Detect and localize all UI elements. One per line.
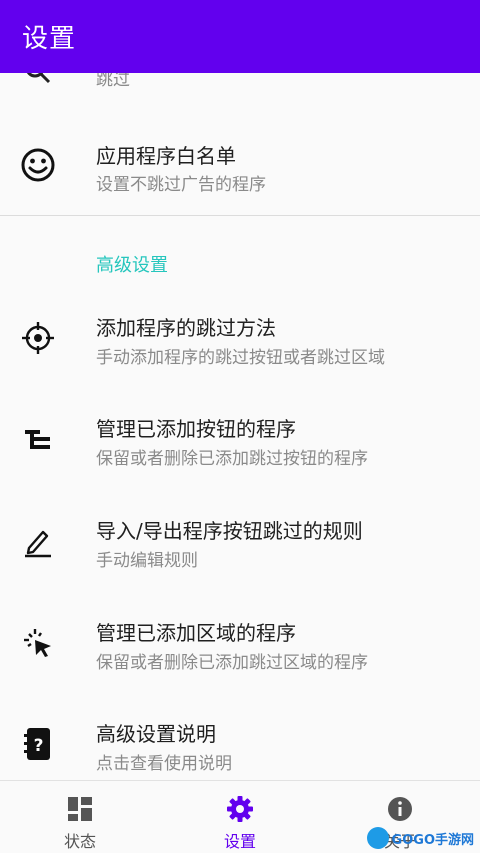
settings-list[interactable]: 跳过 应用程序白名单 设置不跳过广告的程序 高级设置 添加程序的跳过方法 手动添… (0, 73, 480, 780)
section-header-advanced: 高级设置 (96, 255, 168, 276)
dashboard-icon (66, 795, 94, 823)
crosshair-icon (18, 318, 58, 358)
list-item-help[interactable]: ? 高级设置说明 点击查看使用说明 (0, 694, 480, 780)
tree-list-icon (18, 419, 58, 459)
manage-regions-sub: 保留或者删除已添加跳过区域的程序 (96, 653, 368, 673)
search-icon (18, 73, 58, 91)
import-export-title: 导入/导出程序按钮跳过的规则 (96, 519, 363, 543)
svg-text:?: ? (34, 736, 44, 756)
list-item-whitelist[interactable]: 应用程序白名单 设置不跳过广告的程序 (0, 115, 480, 215)
page-title: 设置 (22, 24, 77, 54)
help-book-icon: ? (18, 724, 58, 764)
list-item-manage-regions[interactable]: 管理已添加区域的程序 保留或者删除已添加跳过区域的程序 (0, 593, 480, 693)
list-item-add-method[interactable]: 添加程序的跳过方法 手动添加程序的跳过按钮或者跳过区域 (0, 288, 480, 388)
smiley-icon (18, 145, 58, 185)
whitelist-title: 应用程序白名单 (96, 144, 236, 168)
nav-label-settings: 设置 (223, 832, 256, 851)
add-method-title: 添加程序的跳过方法 (96, 316, 276, 340)
whitelist-sub: 设置不跳过广告的程序 (96, 175, 266, 195)
manage-regions-title: 管理已添加区域的程序 (96, 621, 296, 645)
manage-buttons-sub: 保留或者删除已添加跳过按钮的程序 (96, 449, 368, 469)
nav-item-settings[interactable]: 设置 (160, 781, 320, 853)
section-divider (0, 215, 480, 216)
bottom-navigation: 状态 设置 关于 GOGO手游网 (0, 780, 480, 853)
gear-icon (226, 795, 254, 823)
manage-buttons-title: 管理已添加按钮的程序 (96, 417, 296, 441)
list-item-manage-buttons[interactable]: 管理已添加按钮的程序 保留或者删除已添加跳过按钮的程序 (0, 389, 480, 489)
nav-label-status: 状态 (63, 832, 96, 851)
import-export-sub: 手动编辑规则 (96, 551, 198, 571)
list-item-import-export[interactable]: 导入/导出程序按钮跳过的规则 手动编辑规则 (0, 491, 480, 591)
watermark-text: GOGO手游网 (391, 832, 474, 848)
info-icon (386, 795, 414, 823)
edit-pencil-icon (18, 521, 58, 561)
app-bar: 设置 (0, 0, 480, 73)
help-title: 高级设置说明 (96, 722, 216, 746)
add-method-sub: 手动添加程序的跳过按钮或者跳过区域 (96, 348, 385, 368)
tap-cursor-icon (18, 623, 58, 663)
list-item-partial-sub: 跳过 (96, 73, 130, 90)
watermark-logo: GOGO手游网 (366, 827, 474, 849)
nav-item-status[interactable]: 状态 (0, 781, 160, 853)
list-item-partial[interactable]: 跳过 (0, 73, 480, 121)
watermark-icon (366, 827, 389, 849)
help-sub: 点击查看使用说明 (96, 754, 232, 774)
